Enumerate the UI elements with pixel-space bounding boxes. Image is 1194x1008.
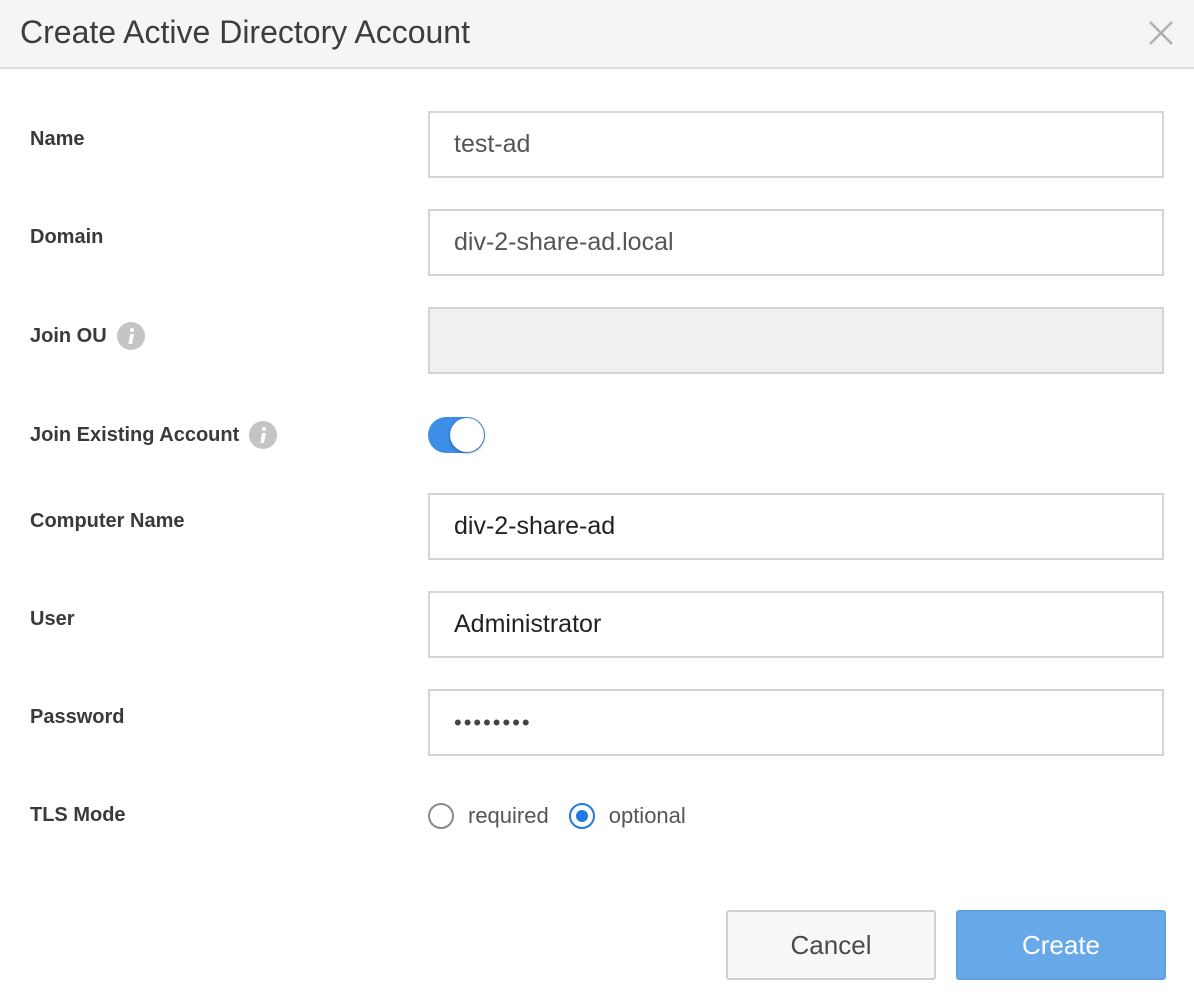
- create-button[interactable]: Create: [956, 910, 1166, 980]
- tls-optional-label[interactable]: optional: [609, 803, 686, 829]
- computer-name-label-text: Computer Name: [30, 510, 185, 532]
- tls-required-label[interactable]: required: [468, 803, 549, 829]
- tls-mode-label-text: TLS Mode: [30, 804, 126, 826]
- domain-label-text: Domain: [30, 226, 104, 248]
- user-label: User: [30, 608, 74, 631]
- join-ou-input[interactable]: [428, 307, 1164, 374]
- tls-required-radio[interactable]: [428, 803, 454, 829]
- dialog-header: Create Active Directory Account: [0, 0, 1194, 69]
- computer-name-label: Computer Name: [30, 510, 184, 533]
- toggle-knob: [450, 418, 484, 452]
- close-icon[interactable]: [1142, 14, 1180, 52]
- info-icon[interactable]: [249, 421, 278, 449]
- password-label-text: Password: [30, 706, 125, 728]
- name-label-text: Name: [30, 128, 85, 150]
- tls-mode-radio-group: required optional: [428, 802, 706, 830]
- user-label-text: User: [30, 608, 75, 630]
- tls-optional-radio[interactable]: [568, 803, 595, 829]
- tls-mode-label: TLS Mode: [30, 804, 126, 827]
- name-label: Name: [30, 128, 84, 151]
- dialog-title: Create Active Directory Account: [20, 14, 470, 50]
- password-input[interactable]: [428, 689, 1164, 756]
- cancel-button[interactable]: Cancel: [726, 910, 936, 980]
- join-ou-label: Join OU: [30, 322, 145, 350]
- password-label: Password: [30, 706, 124, 729]
- computer-name-input[interactable]: [428, 493, 1164, 560]
- user-input[interactable]: [428, 591, 1164, 658]
- radio-selected-dot: [575, 810, 588, 822]
- info-icon[interactable]: [116, 322, 145, 350]
- domain-input[interactable]: [428, 209, 1164, 276]
- join-existing-account-toggle[interactable]: [428, 417, 485, 453]
- join-ou-label-text: Join OU: [30, 324, 107, 347]
- domain-label: Domain: [30, 226, 103, 249]
- join-existing-account-label-text: Join Existing Account: [30, 423, 240, 446]
- name-input[interactable]: [428, 111, 1164, 178]
- join-existing-account-label: Join Existing Account: [30, 421, 278, 449]
- create-ad-account-dialog: Create Active Directory Account Name Dom…: [0, 0, 1194, 1008]
